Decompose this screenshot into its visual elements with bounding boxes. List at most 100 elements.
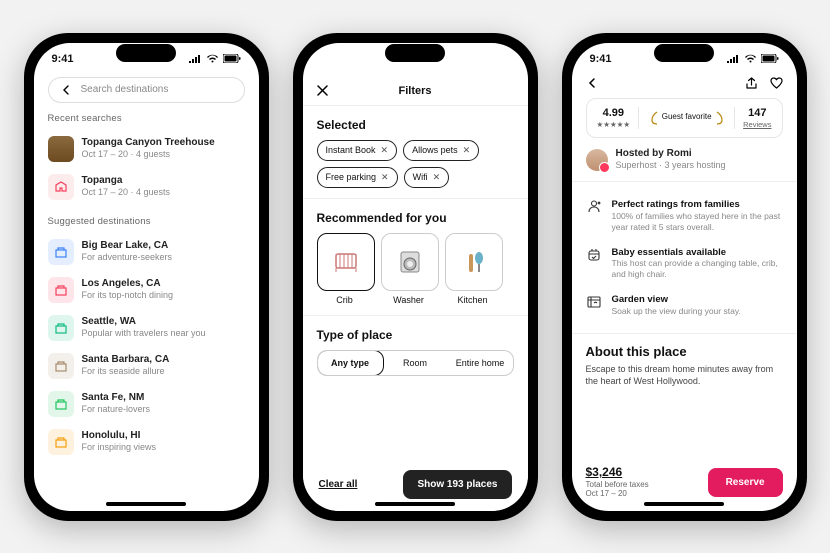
destination-icon <box>48 315 74 341</box>
suggestion-title: Seattle, WA <box>82 316 206 329</box>
highlight-icon <box>586 247 602 280</box>
clear-all-button[interactable]: Clear all <box>319 479 358 490</box>
suggestion-title: Honolulu, HI <box>82 430 157 443</box>
about-heading: About this place <box>586 344 783 359</box>
price-dates: Oct 17 – 20 <box>586 489 649 498</box>
suggestion-sub: For its top-notch dining <box>82 290 174 301</box>
search-input[interactable]: Search destinations <box>48 77 245 103</box>
phone-search: 9:41 Search destinations Recent searches… <box>24 33 269 521</box>
host-avatar <box>586 149 608 171</box>
price-value[interactable]: $3,246 <box>586 466 649 480</box>
stars-icon: ★★★★★ <box>597 120 631 129</box>
rating-card: 4.99 ★★★★★ Guest favorite 147 Reviews <box>586 98 783 138</box>
status-time: 9:41 <box>52 53 74 65</box>
notch <box>116 44 176 62</box>
filter-chip[interactable]: Allows pets✕ <box>403 140 479 161</box>
type-segmented[interactable]: Any typeRoomEntire home <box>317 350 514 376</box>
suggestion-item[interactable]: Seattle, WAPopular with travelers near y… <box>48 309 245 347</box>
laurel-left-icon <box>648 111 659 125</box>
battery-icon <box>492 54 510 63</box>
recommended-option[interactable]: Kitchen <box>445 233 501 305</box>
highlight-item: Baby essentials availableThis host can p… <box>586 240 783 287</box>
suggestion-title: Big Bear Lake, CA <box>82 240 173 253</box>
type-label: Type of place <box>317 328 514 342</box>
rating-value: 4.99 <box>603 107 624 120</box>
recommended-label: Recommended for you <box>317 211 514 225</box>
signal-icon <box>457 54 471 63</box>
share-icon[interactable] <box>745 77 758 90</box>
suggestion-item[interactable]: Santa Barbara, CAFor its seaside allure <box>48 347 245 385</box>
suggestion-sub: For its seaside allure <box>82 366 170 377</box>
filter-chip[interactable]: Free parking✕ <box>317 167 398 188</box>
suggestion-item[interactable]: Santa Fe, NMFor nature-lovers <box>48 385 245 423</box>
amenity-icon <box>445 233 503 291</box>
recent-sub: Oct 17 – 20 · 4 guests <box>82 149 215 160</box>
battery-icon <box>223 54 241 63</box>
reviews-link[interactable]: 147 Reviews <box>743 107 771 129</box>
signal-icon <box>726 54 740 63</box>
type-option[interactable]: Any type <box>317 350 384 376</box>
reserve-button[interactable]: Reserve <box>708 468 783 497</box>
highlight-icon <box>586 294 602 317</box>
host-sub: Superhost · 3 years hosting <box>616 160 726 171</box>
suggestion-title: Los Angeles, CA <box>82 278 174 291</box>
status-time: 9:41 <box>321 53 343 65</box>
filter-chip[interactable]: Wifi✕ <box>404 167 450 188</box>
laurel-right-icon <box>715 111 726 125</box>
recent-item[interactable]: Topanga Oct 17 – 20 · 4 guests <box>48 168 245 206</box>
suggestion-item[interactable]: Los Angeles, CAFor its top-notch dining <box>48 271 245 309</box>
suggestion-item[interactable]: Big Bear Lake, CAFor adventure-seekers <box>48 233 245 271</box>
guest-favorite-badge: Guest favorite <box>648 111 726 125</box>
close-icon[interactable] <box>317 85 328 96</box>
selected-label: Selected <box>317 118 514 132</box>
status-icons <box>726 54 779 63</box>
recent-item[interactable]: Topanga Canyon Treehouse Oct 17 – 20 · 4… <box>48 130 245 168</box>
destination-icon <box>48 429 74 455</box>
remove-chip-icon[interactable]: ✕ <box>381 145 389 156</box>
heart-icon[interactable] <box>770 77 783 90</box>
host-name: Hosted by Romi <box>616 148 726 161</box>
highlight-icon <box>586 199 602 232</box>
suggestion-sub: For inspiring views <box>82 442 157 453</box>
home-indicator <box>106 502 186 506</box>
suggestion-sub: Popular with travelers near you <box>82 328 206 339</box>
signal-icon <box>188 54 202 63</box>
amenity-icon <box>381 233 439 291</box>
filter-chip[interactable]: Instant Book✕ <box>317 140 398 161</box>
highlight-item: Garden viewSoak up the view during your … <box>586 287 783 324</box>
wifi-icon <box>744 54 757 63</box>
recent-title: Topanga <box>82 175 171 188</box>
notch <box>654 44 714 62</box>
show-places-button[interactable]: Show 193 places <box>403 470 511 499</box>
home-indicator <box>644 502 724 506</box>
destination-icon <box>48 277 74 303</box>
type-option[interactable]: Room <box>383 351 448 375</box>
destination-icon <box>48 391 74 417</box>
suggestion-item[interactable]: Honolulu, HIFor inspiring views <box>48 423 245 461</box>
remove-chip-icon[interactable]: ✕ <box>381 172 389 183</box>
remove-chip-icon[interactable]: ✕ <box>433 172 441 183</box>
status-icons <box>188 54 241 63</box>
suggestion-title: Santa Fe, NM <box>82 392 151 405</box>
suggestion-sub: For adventure-seekers <box>82 252 173 263</box>
location-icon <box>48 174 74 200</box>
remove-chip-icon[interactable]: ✕ <box>463 145 471 156</box>
amenity-icon <box>317 233 375 291</box>
status-icons <box>457 54 510 63</box>
suggestion-sub: For nature-lovers <box>82 404 151 415</box>
listing-thumbnail <box>48 136 74 162</box>
highlight-item: Perfect ratings from families100% of fam… <box>586 192 783 239</box>
recommended-option[interactable]: Crib <box>317 233 373 305</box>
about-text: Escape to this dream home minutes away f… <box>586 363 783 387</box>
recent-searches-label: Recent searches <box>48 113 245 124</box>
recent-title: Topanga Canyon Treehouse <box>82 137 215 150</box>
back-arrow-icon <box>61 84 73 96</box>
phone-filters: 9:41 Filters Selected Instant Book✕Allow… <box>293 33 538 521</box>
type-option[interactable]: Entire home <box>448 351 513 375</box>
host-row[interactable]: Hosted by Romi Superhost · 3 years hosti… <box>586 148 783 172</box>
recommended-option[interactable]: Washer <box>381 233 437 305</box>
suggested-label: Suggested destinations <box>48 216 245 227</box>
back-icon[interactable] <box>586 77 598 89</box>
notch <box>385 44 445 62</box>
recent-sub: Oct 17 – 20 · 4 guests <box>82 187 171 198</box>
